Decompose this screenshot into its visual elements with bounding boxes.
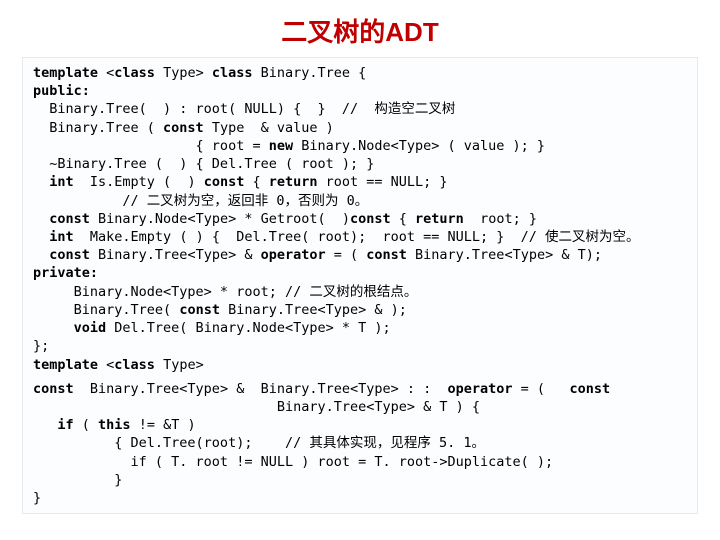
code-text: Make.Empty ( ) { Del.Tree( root); root =… [74, 229, 640, 245]
code-text: }; [33, 338, 49, 354]
kw-const: const [204, 174, 245, 190]
kw-if: if [57, 417, 73, 433]
code-text: Binary.Tree<Type> & T ) { [33, 399, 480, 415]
code-text: Binary.Tree ( [33, 120, 163, 136]
code-text: } [33, 472, 122, 488]
code-text: { root = [33, 138, 269, 154]
code-text: < [98, 357, 114, 373]
kw-void: void [74, 320, 107, 336]
code-text: { Del.Tree(root); // 其具体实现，见程序 5. 1。 [33, 435, 485, 451]
code-text: Binary.Node<Type> * Getroot( ) [90, 211, 350, 227]
kw-return: return [269, 174, 318, 190]
code-text: root; } [464, 211, 537, 227]
kw-const: const [366, 247, 407, 263]
code-text: Type> [155, 65, 212, 81]
code-text: { [244, 174, 268, 190]
kw-class: class [212, 65, 253, 81]
kw-const: const [33, 381, 74, 397]
code-text: < [98, 65, 114, 81]
code-text: Binary.Tree<Type> & T); [407, 247, 602, 263]
kw-const: const [49, 247, 90, 263]
code-text: Del.Tree( Binary.Node<Type> * T ); [106, 320, 390, 336]
kw-return: return [415, 211, 464, 227]
code-text: = ( [513, 381, 570, 397]
kw-template: template [33, 65, 98, 81]
kw-operator: operator [448, 381, 513, 397]
code-text: Binary.Tree { [252, 65, 366, 81]
code-text: Binary.Tree( ) : root( NULL) { } // 构造空二… [33, 101, 455, 117]
code-text: Binary.Tree<Type> & ); [220, 302, 407, 318]
code-text: Binary.Tree<Type> & [90, 247, 261, 263]
code-text: = ( [326, 247, 367, 263]
kw-const: const [569, 381, 610, 397]
code-text: Binary.Tree<Type> & Binary.Tree<Type> : … [74, 381, 448, 397]
code-block: template <class Type> class Binary.Tree … [22, 57, 698, 514]
kw-const: const [163, 120, 204, 136]
kw-int: int [49, 229, 73, 245]
kw-template: template [33, 357, 98, 373]
kw-int: int [49, 174, 73, 190]
code-text: Type & value ) [204, 120, 334, 136]
kw-public: public: [33, 83, 90, 99]
kw-class: class [114, 65, 155, 81]
kw-const: const [350, 211, 391, 227]
code-text [33, 174, 49, 190]
code-text: if ( T. root != NULL ) root = T. root->D… [33, 454, 553, 470]
code-text: Is.Empty ( ) [74, 174, 204, 190]
kw-new: new [269, 138, 293, 154]
code-text: // 二叉树为空，返回非 0，否则为 0。 [33, 193, 368, 209]
page-title: 二叉树的ADT [0, 0, 720, 57]
kw-this: this [98, 417, 131, 433]
code-text [33, 320, 74, 336]
code-text [33, 211, 49, 227]
code-text: Binary.Tree( [33, 302, 179, 318]
code-text: { [391, 211, 415, 227]
code-text [33, 229, 49, 245]
code-text [33, 417, 57, 433]
kw-operator: operator [261, 247, 326, 263]
kw-const: const [179, 302, 220, 318]
code-text: } [33, 490, 41, 506]
kw-private: private: [33, 265, 98, 281]
code-text: != &T ) [131, 417, 196, 433]
kw-class: class [114, 357, 155, 373]
code-text [33, 247, 49, 263]
code-text: Binary.Node<Type> * root; // 二叉树的根结点。 [33, 284, 417, 300]
kw-const: const [49, 211, 90, 227]
code-text: ( [74, 417, 98, 433]
code-text: ~Binary.Tree ( ) { Del.Tree ( root ); } [33, 156, 374, 172]
code-text: Binary.Node<Type> ( value ); } [293, 138, 545, 154]
code-text: root == NULL; } [318, 174, 448, 190]
code-text: Type> [155, 357, 204, 373]
